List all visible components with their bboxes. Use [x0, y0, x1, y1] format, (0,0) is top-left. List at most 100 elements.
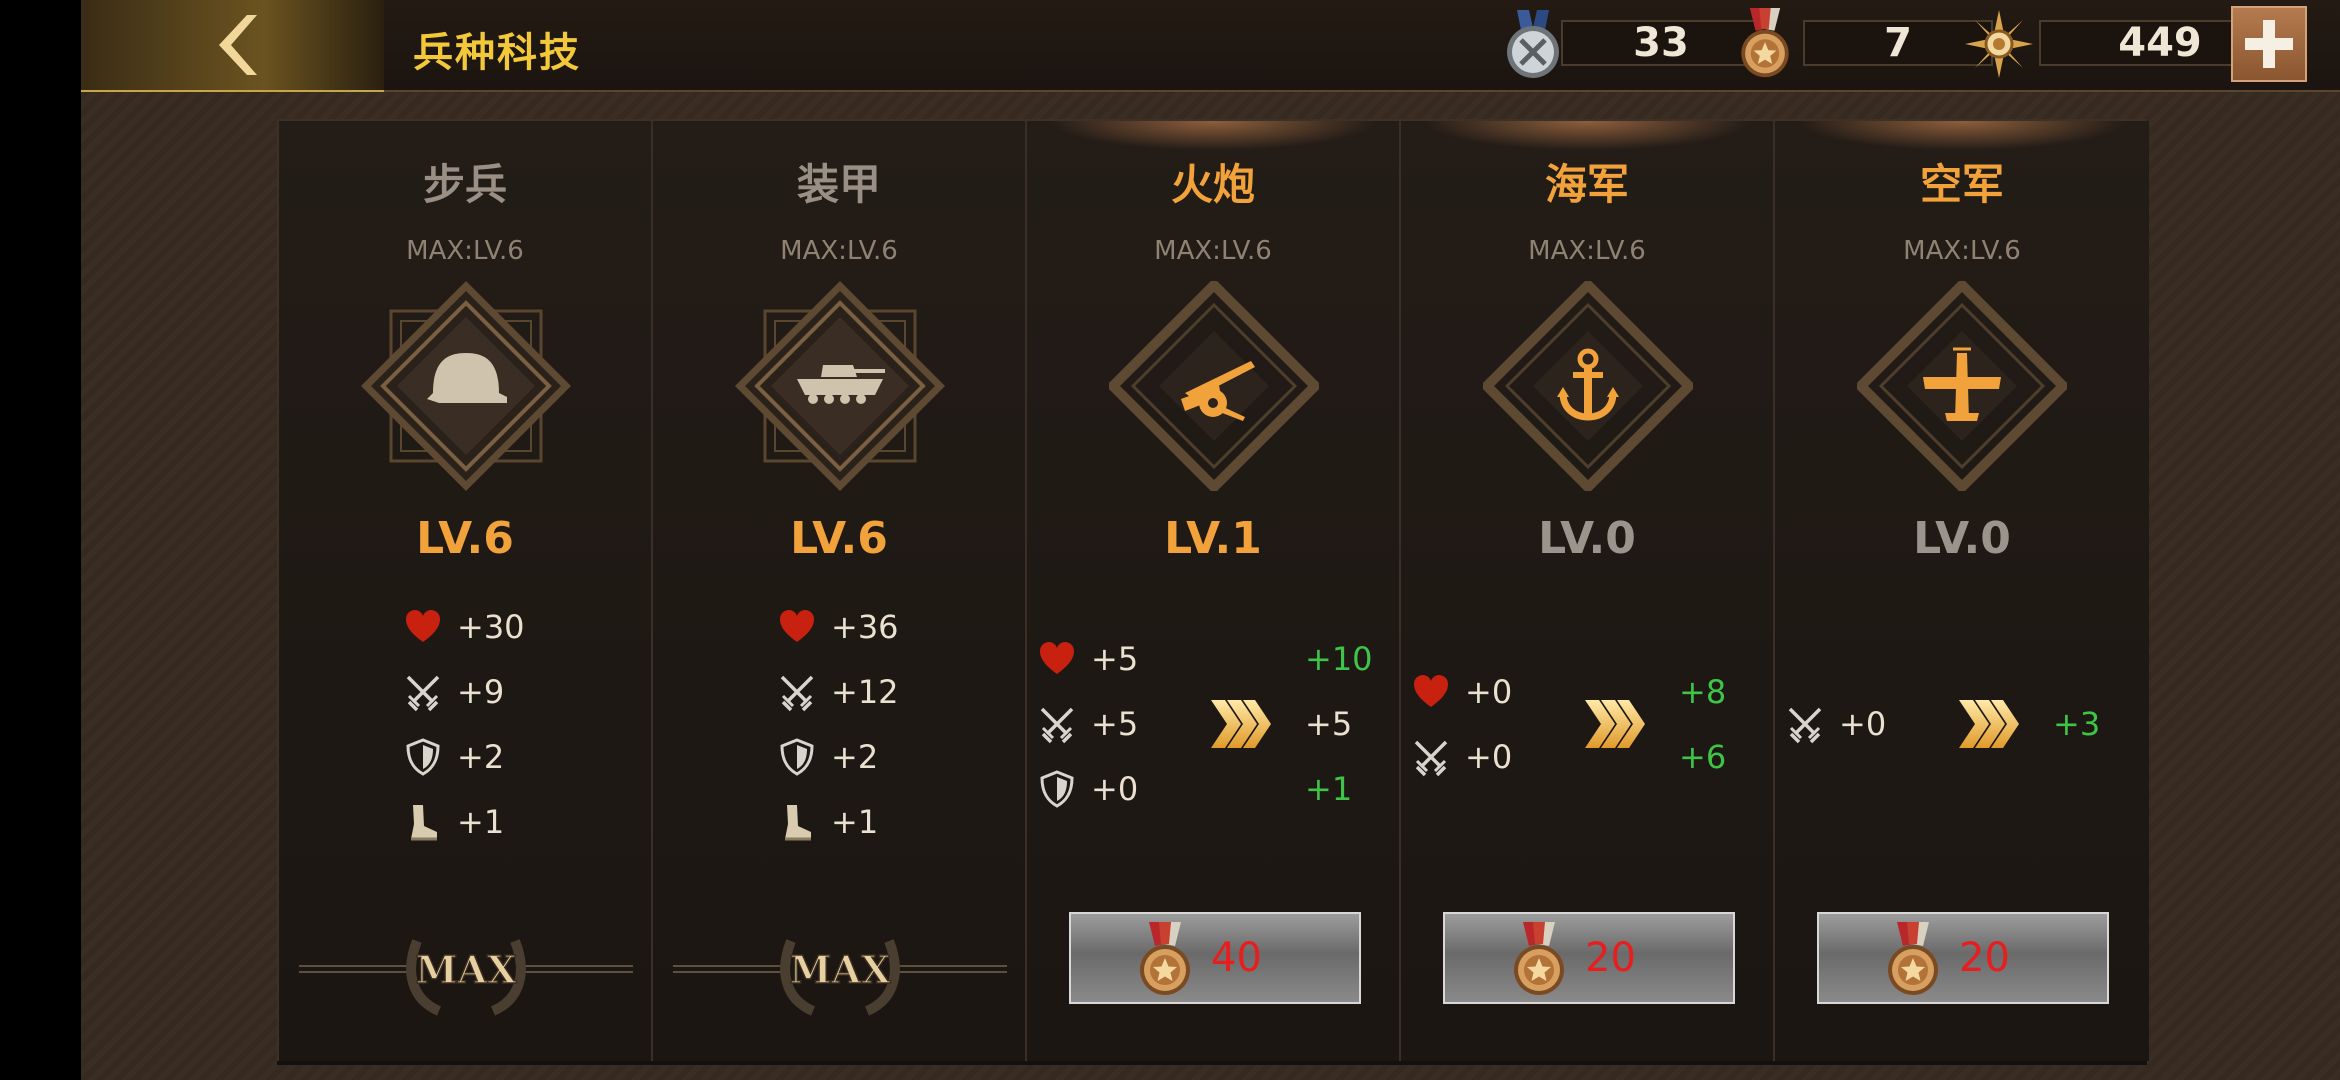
back-arrow-icon [218, 15, 257, 75]
upgrade-arrows-icon [1209, 698, 1273, 750]
column-title: 海军 [1544, 160, 1629, 209]
stat-value: +30 [457, 608, 525, 646]
swords-icon [1037, 704, 1077, 744]
tech-column-infantry[interactable]: 步兵 MAX:LV.6 LV.6 +30 +9 +2 +1 MAX [279, 121, 653, 1061]
stat-speed: +1 [403, 802, 504, 842]
helmet-icon [361, 281, 571, 491]
stat-value: +1 [457, 803, 505, 841]
swords-icon [1411, 737, 1451, 777]
stat-hp: +36 [777, 607, 899, 647]
stat-value: +0 [1465, 673, 1513, 711]
upgrade-button[interactable]: 20 [1443, 912, 1735, 1004]
heart-icon [403, 607, 443, 647]
plane-icon [1857, 281, 2067, 491]
upgrade-arrows-icon [1957, 698, 2021, 750]
upgrade-cost: 20 [1585, 935, 1636, 981]
anchor-icon [1483, 281, 1693, 491]
tech-panel: 步兵 MAX:LV.6 LV.6 +30 +9 +2 +1 MAX 装甲 MAX… [277, 119, 2149, 1061]
stat-hp: +30 [403, 607, 525, 647]
shield-icon [1037, 769, 1077, 809]
heart-icon [1037, 639, 1077, 679]
bronze-medal-icon [1135, 922, 1195, 998]
next-attack: +5 [1305, 705, 1353, 743]
stat-value: +2 [831, 738, 879, 776]
stat-value: +12 [831, 673, 899, 711]
stat-attack: +9 [403, 672, 504, 712]
stat-value: +1 [831, 803, 879, 841]
swords-icon [403, 672, 443, 712]
column-title: 步兵 [422, 160, 507, 209]
swords-icon [777, 672, 817, 712]
upgrade-button[interactable]: 20 [1817, 912, 2109, 1004]
stat-attack: +12 [777, 672, 899, 712]
column-level: LV.6 [416, 513, 514, 564]
stat-hp: +5 [1037, 639, 1138, 679]
column-level: LV.6 [790, 513, 888, 564]
column-level: LV.0 [1538, 513, 1636, 564]
tech-column-artillery[interactable]: 火炮 MAX:LV.6 LV.1 +5 +5 +0 +10 +5 +1 40 [1027, 121, 1401, 1061]
column-level: LV.1 [1164, 513, 1262, 564]
heart-icon [1411, 672, 1451, 712]
tech-column-armor[interactable]: 装甲 MAX:LV.6 LV.6 +36 +12 +2 +1 MAX [653, 121, 1027, 1061]
stat-defense: +0 [1037, 769, 1138, 809]
swords-icon [1785, 704, 1825, 744]
svg-text:MAX: MAX [789, 947, 891, 992]
column-level: LV.0 [1913, 513, 2011, 564]
column-title: 火炮 [1170, 160, 1255, 209]
column-max-level: MAX:LV.6 [1528, 236, 1646, 266]
next-attack: +3 [2053, 705, 2101, 743]
shield-icon [403, 737, 443, 777]
page-title: 兵种科技 [413, 30, 581, 76]
bronze-medal-icon [1733, 8, 1797, 80]
stat-value: +0 [1091, 770, 1139, 808]
upgrade-cost: 20 [1959, 935, 2010, 981]
tank-icon [735, 281, 945, 491]
back-button[interactable] [81, 0, 384, 92]
upgrade-cost: 40 [1211, 935, 1262, 981]
stat-speed: +1 [777, 802, 878, 842]
shield-icon [777, 737, 817, 777]
add-resource-button[interactable] [2231, 6, 2307, 82]
next-hp: +10 [1305, 640, 1373, 678]
stat-value: +5 [1091, 640, 1139, 678]
column-title: 空军 [1919, 160, 2004, 209]
stat-attack: +0 [1785, 704, 1886, 744]
stat-value: +36 [831, 608, 899, 646]
artillery-icon [1109, 281, 1319, 491]
stat-value: +0 [1839, 705, 1887, 743]
tech-column-navy[interactable]: 海军 MAX:LV.6 LV.0 +0 +0 +8 +6 20 [1401, 121, 1775, 1061]
stat-defense: +2 [777, 737, 878, 777]
silver-medal-icon [1507, 10, 1559, 78]
column-max-level: MAX:LV.6 [1903, 236, 2021, 266]
top-bar: 兵种科技 33 7 449 [81, 0, 2340, 92]
next-hp: +8 [1679, 673, 1727, 711]
stat-value: +2 [457, 738, 505, 776]
stat-value: +9 [457, 673, 505, 711]
gold-badge-icon [1965, 10, 2033, 78]
boot-icon [777, 802, 817, 842]
stat-defense: +2 [403, 737, 504, 777]
game-screen: 兵种科技 33 7 449 步兵 MAX:LV.6 LV.6 +30 +9 +2… [81, 0, 2340, 1080]
stat-hp: +0 [1411, 672, 1512, 712]
upgrade-button[interactable]: 40 [1069, 912, 1361, 1004]
stat-attack: +5 [1037, 704, 1138, 744]
resource-silver-value: 33 [1561, 20, 1761, 66]
bronze-medal-icon [1509, 922, 1569, 998]
max-laurel-badge: MAX [299, 939, 633, 1016]
stat-value: +5 [1091, 705, 1139, 743]
tech-column-airforce[interactable]: 空军 MAX:LV.6 LV.0 +0 +3 20 [1775, 121, 2149, 1061]
next-defense: +1 [1305, 770, 1353, 808]
heart-icon [777, 607, 817, 647]
max-laurel-badge: MAX [673, 939, 1007, 1016]
stat-value: +0 [1465, 738, 1513, 776]
svg-text:MAX: MAX [415, 947, 517, 992]
bronze-medal-icon [1883, 922, 1943, 998]
column-max-level: MAX:LV.6 [1154, 236, 1272, 266]
column-title: 装甲 [796, 160, 881, 209]
plus-icon [2245, 20, 2293, 68]
next-attack: +6 [1679, 738, 1727, 776]
upgrade-arrows-icon [1583, 698, 1647, 750]
column-max-level: MAX:LV.6 [406, 236, 524, 266]
stat-attack: +0 [1411, 737, 1512, 777]
column-max-level: MAX:LV.6 [780, 236, 898, 266]
